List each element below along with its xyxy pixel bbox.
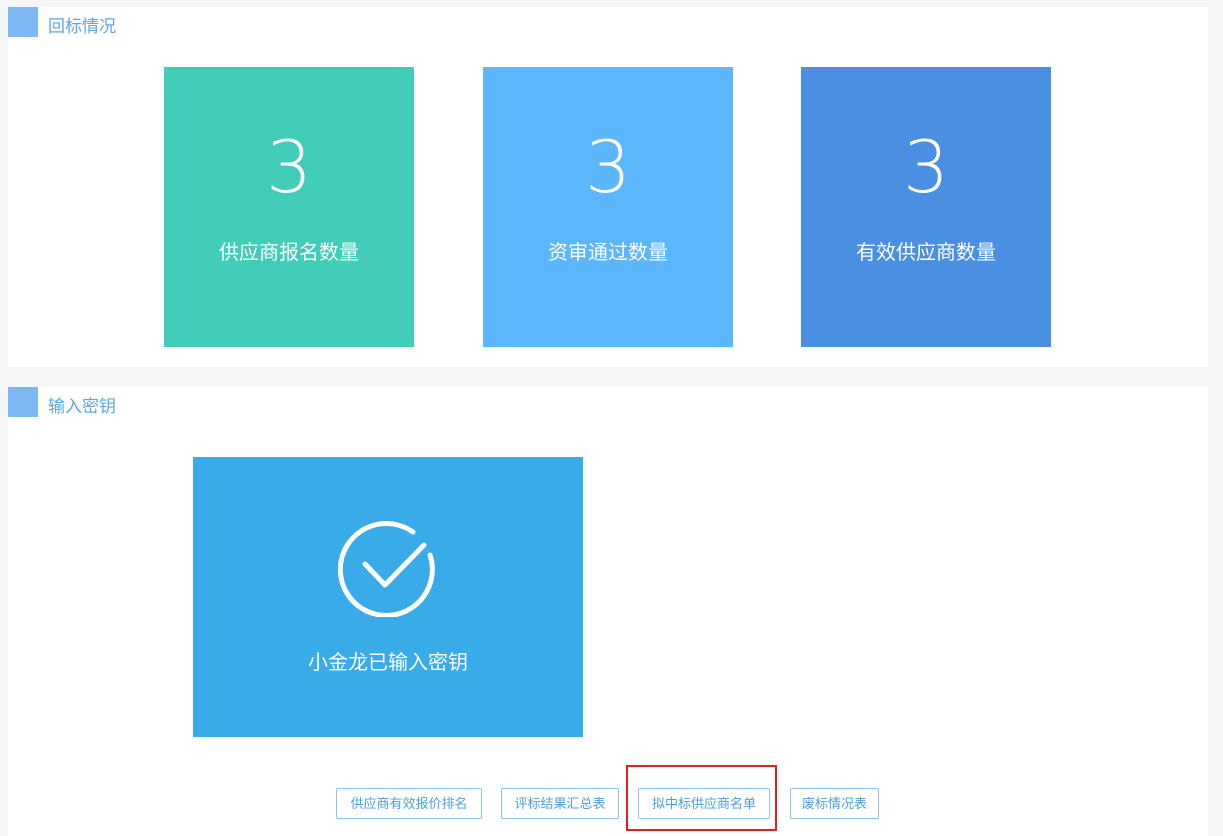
section-title-key-input: 输入密钥 [48, 397, 116, 417]
key-status-card[interactable]: 小金龙已输入密钥 [193, 457, 583, 737]
section-marker [8, 387, 38, 417]
section-title-bid-return: 回标情况 [48, 17, 116, 37]
stat-label: 有效供应商数量 [856, 240, 996, 264]
stat-card-qualified-suppliers[interactable]: 3 资审通过数量 [483, 67, 733, 347]
stat-value: 3 [266, 125, 312, 209]
stat-value: 3 [903, 125, 949, 209]
evaluation-summary-button[interactable]: 评标结果汇总表 [501, 788, 619, 819]
stat-label: 资审通过数量 [548, 240, 668, 264]
supplier-quote-ranking-button[interactable]: 供应商有效报价排名 [336, 788, 482, 819]
highlight-box [626, 765, 777, 831]
check-circle-icon [338, 520, 435, 617]
bid-return-panel: 回标情况 3 供应商报名数量 3 资审通过数量 3 有效供应商数量 [8, 7, 1208, 367]
failed-bid-report-button[interactable]: 废标情况表 [790, 788, 879, 819]
stat-card-valid-suppliers[interactable]: 3 有效供应商数量 [801, 67, 1051, 347]
stat-card-registered-suppliers[interactable]: 3 供应商报名数量 [164, 67, 414, 347]
key-input-panel: 输入密钥 小金龙已输入密钥 供应商有效报价排名 评标结果汇总表 拟中标供应商名单… [8, 387, 1208, 836]
stat-value: 3 [585, 125, 631, 209]
section-marker [8, 7, 38, 37]
key-status-label: 小金龙已输入密钥 [308, 650, 468, 674]
stat-label: 供应商报名数量 [219, 240, 359, 264]
